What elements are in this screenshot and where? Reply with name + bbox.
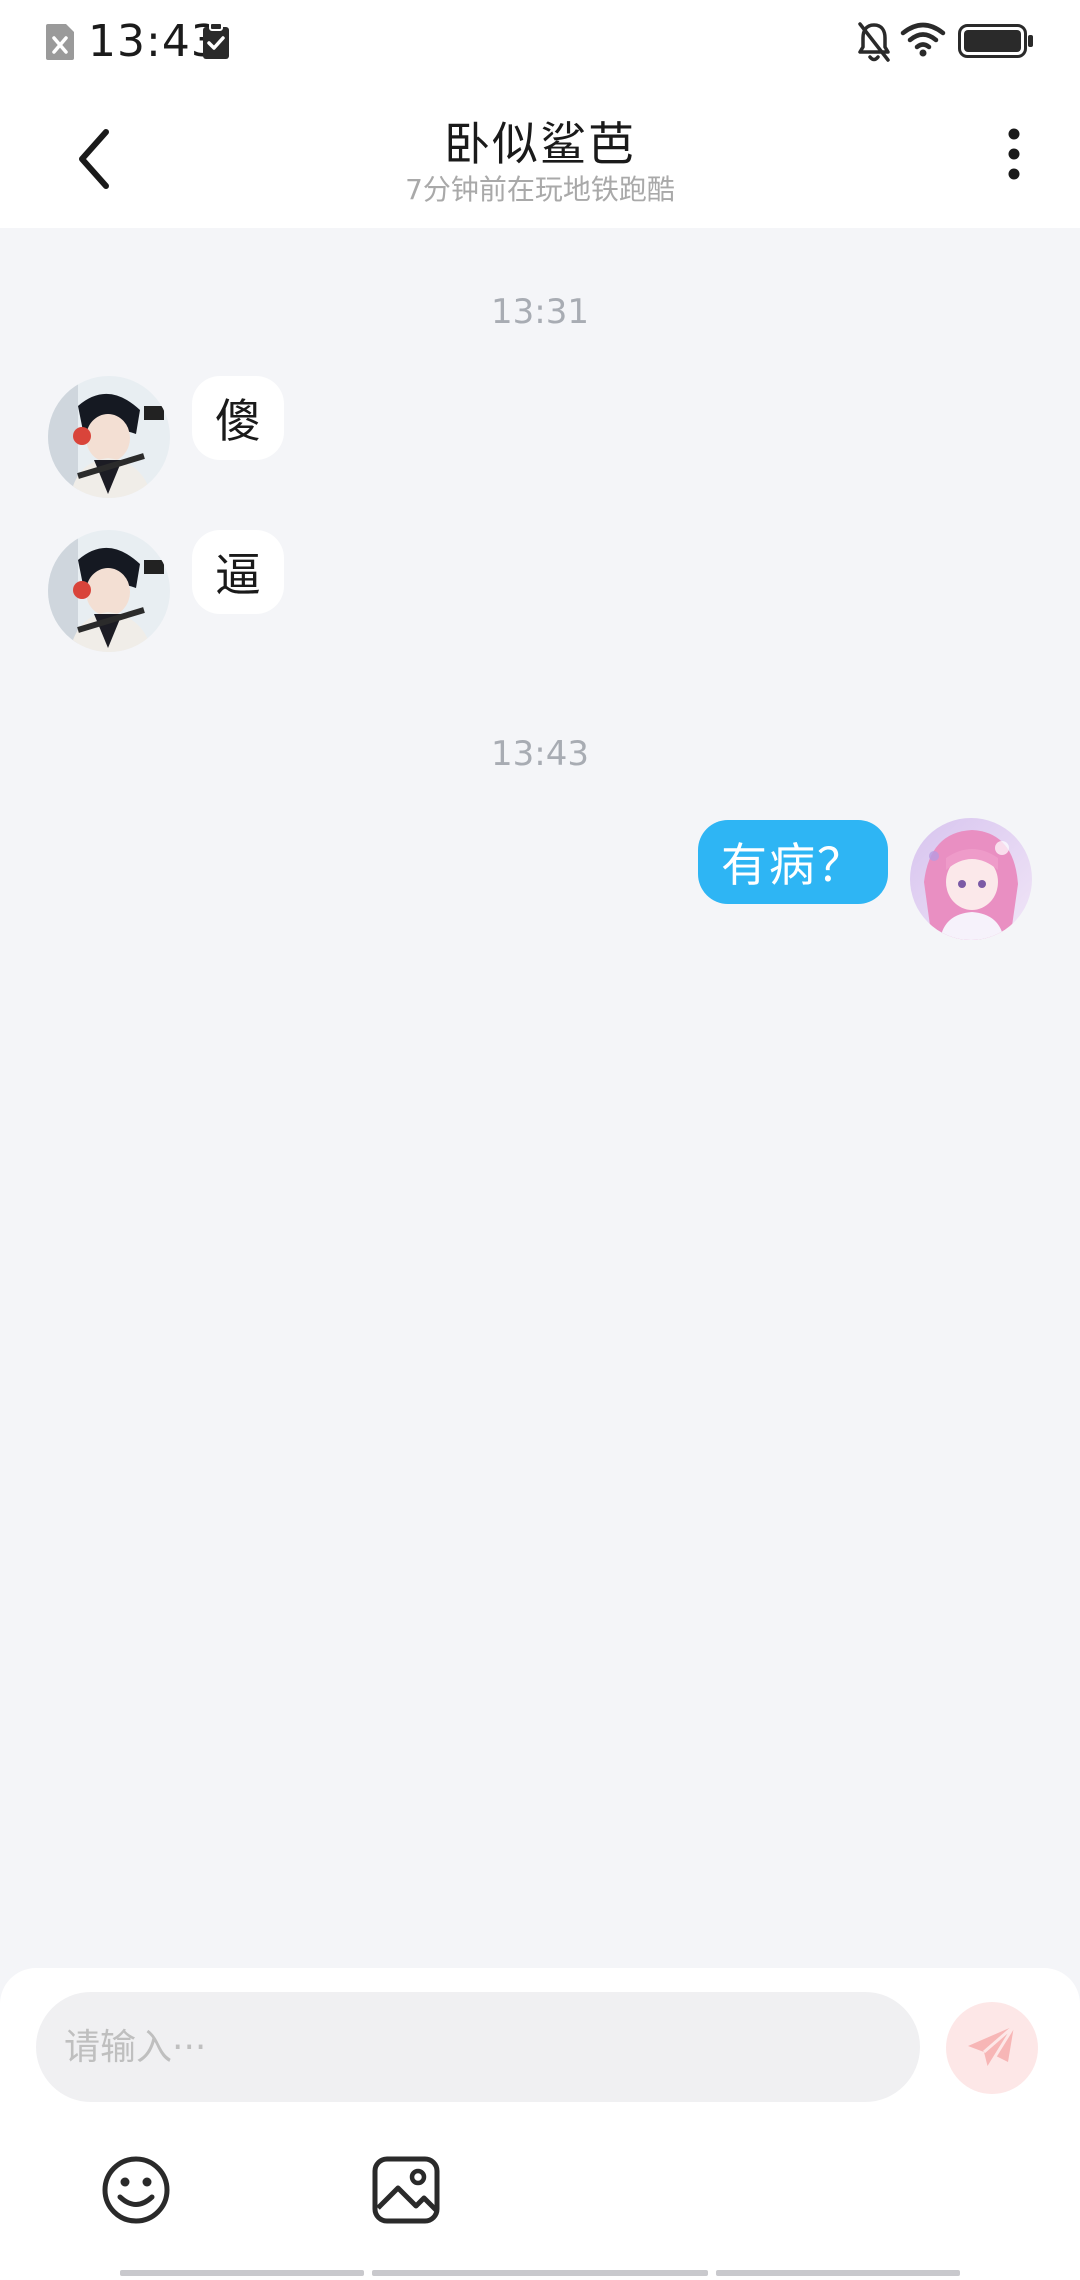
image-icon [372, 2156, 440, 2224]
wifi-icon [900, 22, 946, 58]
status-bar: 13:43 [0, 0, 1080, 82]
message-timestamp: 13:31 [491, 292, 589, 332]
clipboard-icon [202, 22, 230, 60]
battery-icon [958, 24, 1034, 58]
contact-avatar[interactable] [48, 376, 170, 498]
input-panel [0, 1968, 1080, 2280]
contact-status: 7分钟前在玩地铁跑酷 [405, 173, 675, 206]
message-text: 傻 [215, 394, 261, 448]
image-button[interactable] [366, 2150, 446, 2230]
send-button[interactable] [946, 2002, 1038, 2094]
incoming-message[interactable]: 逼 [192, 530, 284, 614]
status-time: 13:43 [88, 16, 220, 67]
sim-card-icon [44, 22, 76, 62]
more-vertical-icon [1008, 128, 1020, 180]
emoji-icon [102, 2156, 170, 2224]
message-text: 有病？ [721, 838, 865, 892]
incoming-message[interactable]: 傻 [192, 376, 284, 460]
more-button[interactable] [990, 122, 1040, 202]
chat-header: 卧似鲨芭 7分钟前在玩地铁跑酷 [0, 82, 1080, 228]
message-text: 逼 [215, 548, 261, 602]
my-avatar[interactable] [910, 818, 1032, 940]
emoji-button[interactable] [96, 2150, 176, 2230]
bell-off-icon [856, 20, 892, 64]
home-indicator [716, 2270, 960, 2276]
home-indicator [120, 2270, 364, 2276]
contact-name: 卧似鲨芭 [444, 117, 636, 171]
message-timestamp: 13:43 [491, 734, 589, 774]
paper-plane-icon [968, 2024, 1016, 2069]
home-indicator [372, 2270, 708, 2276]
contact-avatar[interactable] [48, 530, 170, 652]
outgoing-message[interactable]: 有病？ [698, 820, 888, 904]
message-input[interactable] [36, 1992, 920, 2102]
